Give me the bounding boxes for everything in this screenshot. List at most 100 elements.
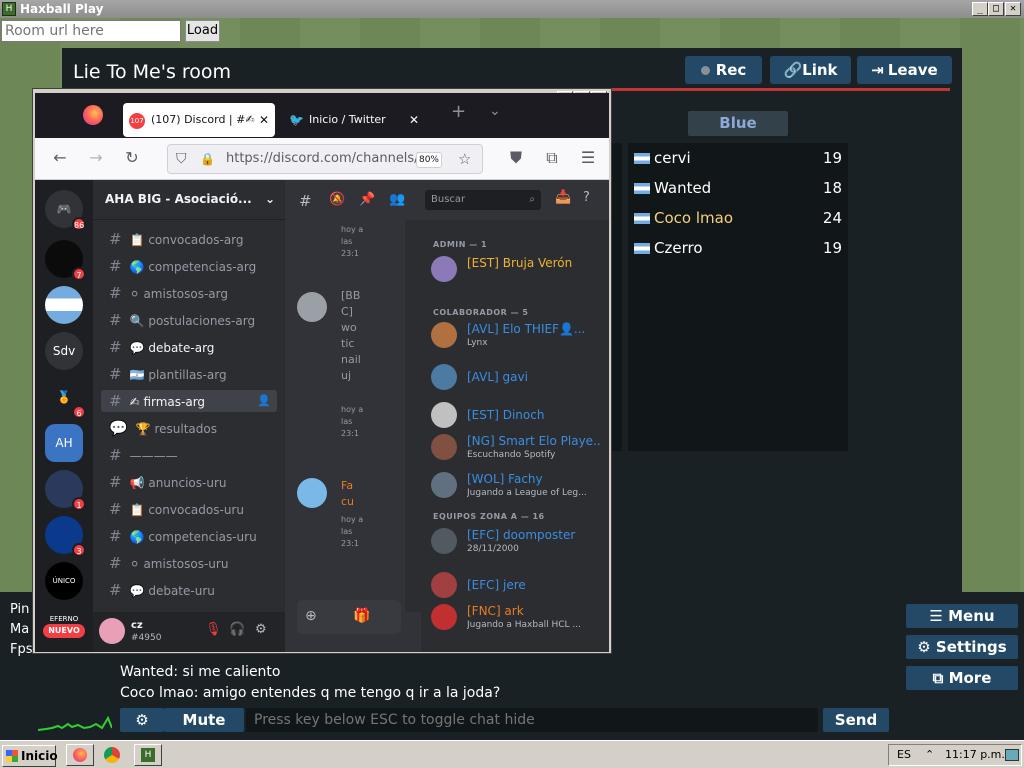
hamburger-menu-icon[interactable]: ☰ xyxy=(577,148,599,167)
channel-item[interactable]: # 🔍 postulaciones-arg xyxy=(101,309,277,331)
reload-icon[interactable]: ↻ xyxy=(121,148,143,167)
new-tab-icon[interactable]: + xyxy=(451,101,466,122)
message-text: [BB C] wo tic nail uj xyxy=(341,289,361,382)
server-icon-conmebol[interactable]: 3 xyxy=(45,516,86,557)
chevron-up-icon[interactable]: ⌃ xyxy=(925,745,934,765)
minimize-button[interactable]: _ xyxy=(972,2,988,16)
channel-item[interactable]: 💬 🏆 resultados xyxy=(101,417,277,439)
blue-player-row[interactable]: Wanted 18 xyxy=(634,177,846,199)
member-item[interactable]: [EFC] jere xyxy=(431,570,607,606)
rec-button[interactable]: Rec xyxy=(685,56,762,84)
server-icon-aha[interactable]: AH xyxy=(45,424,83,462)
search-icon: ⌕ xyxy=(529,194,535,205)
clock[interactable]: 11:17 p.m. xyxy=(945,745,1005,765)
help-icon[interactable]: ? xyxy=(583,190,590,205)
tab-twitter[interactable]: 🐦 Inicio / Twitter ✕ xyxy=(287,103,437,137)
server-icon-unico-eterno[interactable]: ÚNICO EFERNO xyxy=(45,562,83,623)
firefox-menu-icon[interactable] xyxy=(83,105,103,125)
blue-team-header[interactable]: Blue xyxy=(688,111,788,136)
channel-item[interactable]: # 💬 debate-uru xyxy=(101,579,277,601)
channel-item[interactable]: # ⚪ amistosos-arg xyxy=(101,282,277,304)
message-input[interactable]: ⊕ 🎁 xyxy=(297,600,401,634)
load-button[interactable]: Load xyxy=(185,20,220,42)
channel-item[interactable]: # 💬 debate-arg xyxy=(101,336,277,358)
back-icon[interactable]: ← xyxy=(49,148,71,167)
member-item[interactable]: [AVL] Elo THIEF👤... Lynx xyxy=(431,320,607,356)
mic-muted-icon[interactable]: 🎙 xyxy=(205,622,222,637)
channel-item[interactable]: # ———— xyxy=(101,444,277,466)
channel-label: ✍ firmas-arg xyxy=(129,395,206,409)
channel-item[interactable]: # 🌎 competencias-arg xyxy=(101,255,277,277)
zoom-badge[interactable]: 80% xyxy=(416,152,442,168)
guild-header[interactable]: AHA BIG - Asociació... ⌄ xyxy=(93,180,285,220)
blue-player-row[interactable]: cervi 19 xyxy=(634,147,846,169)
channel-item[interactable]: # ⚪ amistosos-uru xyxy=(101,552,277,574)
avatar xyxy=(431,604,457,630)
room-url-input[interactable] xyxy=(1,20,181,42)
chat-scrollbar[interactable] xyxy=(405,220,421,612)
member-item[interactable]: [NG] Smart Elo Playe... Escuchando Spotif… xyxy=(431,432,607,468)
haxball-taskbar-icon[interactable]: H xyxy=(134,744,162,766)
menu-button[interactable]: ☰ Menu xyxy=(906,604,1018,628)
emoji-button[interactable]: ⚙ xyxy=(120,708,164,732)
channel-item[interactable]: # 📢 anuncios-uru xyxy=(101,471,277,493)
firefox-taskbar-icon[interactable] xyxy=(66,744,94,766)
server-icon-sdv[interactable]: Sdv xyxy=(45,332,83,370)
language-indicator[interactable]: ES xyxy=(897,745,911,765)
bookmark-star-icon[interactable]: ☆ xyxy=(458,145,471,173)
tab-discord[interactable]: 107 (107) Discord | #✍ ✕ xyxy=(123,103,275,137)
member-status: Jugando a League of Leg... xyxy=(467,488,587,498)
channel-item-active[interactable]: # ✍ firmas-arg 👤 xyxy=(101,390,277,412)
blue-player-row[interactable]: Coco lmao 24 xyxy=(634,207,846,229)
extensions-icon[interactable]: ⧉ xyxy=(541,148,563,168)
attach-plus-icon[interactable]: ⊕ xyxy=(305,608,317,624)
member-item[interactable]: [WOL] Fachy Jugando a League of Leg... xyxy=(431,470,607,506)
chrome-taskbar-icon[interactable] xyxy=(104,747,120,763)
channel-item[interactable]: # 📋 convocados-arg xyxy=(101,228,277,250)
settings-button[interactable]: ⚙ Settings xyxy=(906,635,1018,659)
search-input[interactable]: Buscar ⌕ xyxy=(425,190,541,210)
member-item[interactable]: [AVL] gavi xyxy=(431,362,607,398)
server-icon[interactable]: 🏅 6 xyxy=(45,378,86,419)
discord-home-icon[interactable]: 🎮 86 xyxy=(45,190,86,231)
gift-icon[interactable]: 🎁 xyxy=(353,608,370,624)
argentina-flag-icon xyxy=(634,243,650,254)
member-list-icon[interactable]: 👥 xyxy=(389,192,405,207)
avatar[interactable] xyxy=(99,618,125,644)
close-tab-icon[interactable]: ✕ xyxy=(259,103,269,137)
maximize-button[interactable]: □ xyxy=(988,2,1004,16)
member-item[interactable]: [EST] Dinoch xyxy=(431,400,607,436)
channel-item[interactable]: # 📋 convocados-uru xyxy=(101,498,277,520)
forward-icon[interactable]: → xyxy=(85,148,107,167)
member-item[interactable]: [FNC] ark Jugando a Haxball HCL ... xyxy=(431,602,607,638)
address-bar[interactable]: ⛉ 🔒 https://discord.com/channels/ 80% ☆ xyxy=(167,144,483,174)
close-tab-icon[interactable]: ✕ xyxy=(409,103,419,137)
user-panel: cz #4950 🎙 🎧 ⚙ xyxy=(93,612,285,652)
link-button[interactable]: 🔗Link xyxy=(770,56,851,84)
leave-button[interactable]: ⇥ Leave xyxy=(857,56,952,84)
close-button[interactable]: ✕ xyxy=(1005,2,1021,16)
mute-bell-icon[interactable]: 🔕 xyxy=(329,192,345,207)
more-button[interactable]: ⧉ More xyxy=(906,666,1018,690)
start-button[interactable]: Inicio xyxy=(2,745,58,767)
pin-icon[interactable]: 📌 xyxy=(359,192,375,207)
tab-list-chevron-icon[interactable]: ⌄ xyxy=(489,103,501,119)
haxball-app-icon: H xyxy=(2,2,16,16)
blue-player-row[interactable]: Czerro 19 xyxy=(634,237,846,259)
server-icon[interactable]: 7 xyxy=(45,240,86,281)
threads-icon[interactable]: # xyxy=(299,192,312,210)
inbox-icon[interactable]: 📥 xyxy=(555,190,571,205)
pocket-icon[interactable]: ⛊ xyxy=(505,148,527,168)
member-item[interactable]: [EST] Bruja Verón xyxy=(431,254,607,290)
channel-item[interactable]: # 🌎 competencias-uru xyxy=(101,525,277,547)
gear-icon[interactable]: ⚙ xyxy=(255,622,267,637)
server-icon-argentina[interactable] xyxy=(45,286,83,324)
chat-input[interactable] xyxy=(246,708,818,732)
member-item[interactable]: [EFC] doomposter 28/11/2000 xyxy=(431,526,607,562)
server-icon[interactable]: 1 xyxy=(45,470,86,511)
headphones-icon[interactable]: 🎧 xyxy=(229,622,245,637)
mute-button[interactable]: Mute xyxy=(164,708,244,732)
channel-item[interactable]: # 🇦🇷 plantillas-arg xyxy=(101,363,277,385)
add-member-icon[interactable]: 👤 xyxy=(257,390,271,412)
send-button[interactable]: Send xyxy=(823,708,889,732)
